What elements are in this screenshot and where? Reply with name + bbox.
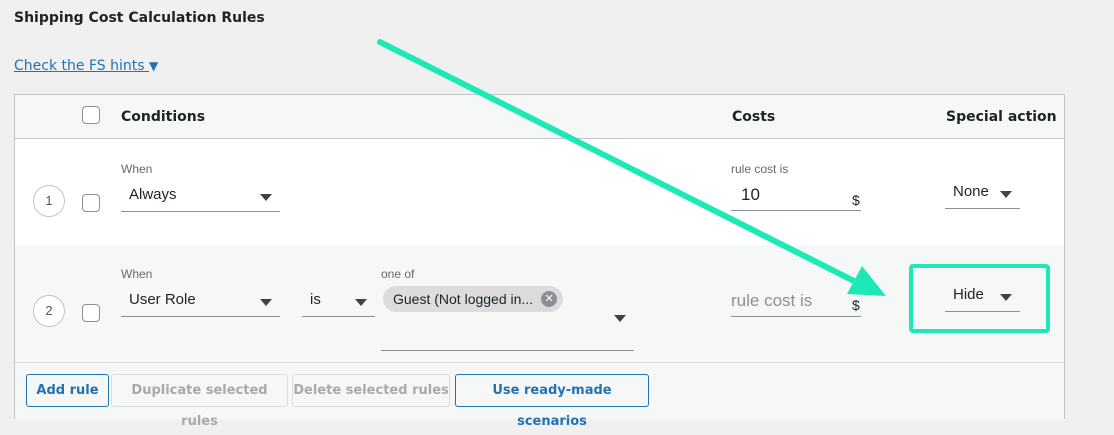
rule-cost-value: 10 xyxy=(741,185,760,204)
cost-label: rule cost is xyxy=(731,162,789,176)
chevron-down-icon[interactable] xyxy=(614,315,626,322)
user-role-chip: Guest (Not logged in... ✕ xyxy=(383,286,564,312)
chevron-down-icon xyxy=(1000,191,1012,198)
column-conditions: Conditions xyxy=(121,109,206,125)
when-label: When xyxy=(121,267,153,281)
special-action-select[interactable]: None xyxy=(945,179,1020,209)
remove-chip-icon[interactable]: ✕ xyxy=(541,291,558,307)
currency-symbol: $ xyxy=(852,192,860,208)
condition-select[interactable]: User Role xyxy=(121,287,280,317)
when-label: When xyxy=(121,162,153,176)
condition-select-value: Always xyxy=(129,186,177,203)
fs-hints-link-label: Check the FS hints xyxy=(14,58,145,74)
highlight-box xyxy=(909,264,1050,333)
rule-checkbox[interactable] xyxy=(82,194,100,212)
one-of-label: one of xyxy=(381,267,415,281)
duplicate-rules-button[interactable]: Duplicate selected rules xyxy=(111,374,288,429)
column-special-action: Special action xyxy=(946,109,1057,125)
condition-select-value: User Role xyxy=(129,291,196,308)
rule-cost-input[interactable]: 10 xyxy=(731,181,861,211)
currency-symbol: $ xyxy=(852,297,860,313)
rule-row-1: 1 When Always rule cost is 10 $ None xyxy=(15,139,1064,245)
ready-made-scenarios-button[interactable]: Use ready-made scenarios xyxy=(455,374,649,429)
rule-row-2: 2 When User Role is one of Guest (Not lo… xyxy=(15,245,1064,363)
rule-number: 1 xyxy=(33,185,65,217)
rule-cost-input[interactable]: rule cost is xyxy=(731,287,861,317)
triangle-down-icon: ▼ xyxy=(148,59,159,73)
select-all-checkbox[interactable] xyxy=(82,106,100,124)
chevron-down-icon xyxy=(260,194,272,201)
multi-select-underline xyxy=(381,350,634,351)
rule-checkbox[interactable] xyxy=(82,304,100,322)
table-footer: Add rule Duplicate selected rules Delete… xyxy=(15,363,1064,429)
user-role-chip-label: Guest (Not logged in... xyxy=(393,291,534,307)
special-action-value: None xyxy=(953,183,989,200)
delete-rules-button[interactable]: Delete selected rules xyxy=(292,374,450,407)
operator-select[interactable]: is xyxy=(302,287,375,317)
fs-hints-link[interactable]: Check the FS hints ▼ xyxy=(14,58,158,74)
operator-select-value: is xyxy=(310,291,321,308)
rules-table: Conditions Costs Special action 1 When A… xyxy=(14,94,1065,429)
column-costs: Costs xyxy=(732,109,776,125)
table-header: Conditions Costs Special action xyxy=(15,95,1064,139)
section-title: Shipping Cost Calculation Rules xyxy=(14,10,265,26)
rule-cost-placeholder: rule cost is xyxy=(731,291,813,310)
chevron-down-icon xyxy=(260,299,272,306)
add-rule-button[interactable]: Add rule xyxy=(26,374,109,407)
chevron-down-icon xyxy=(355,299,367,306)
rule-number: 2 xyxy=(33,295,65,327)
condition-select[interactable]: Always xyxy=(121,182,280,212)
